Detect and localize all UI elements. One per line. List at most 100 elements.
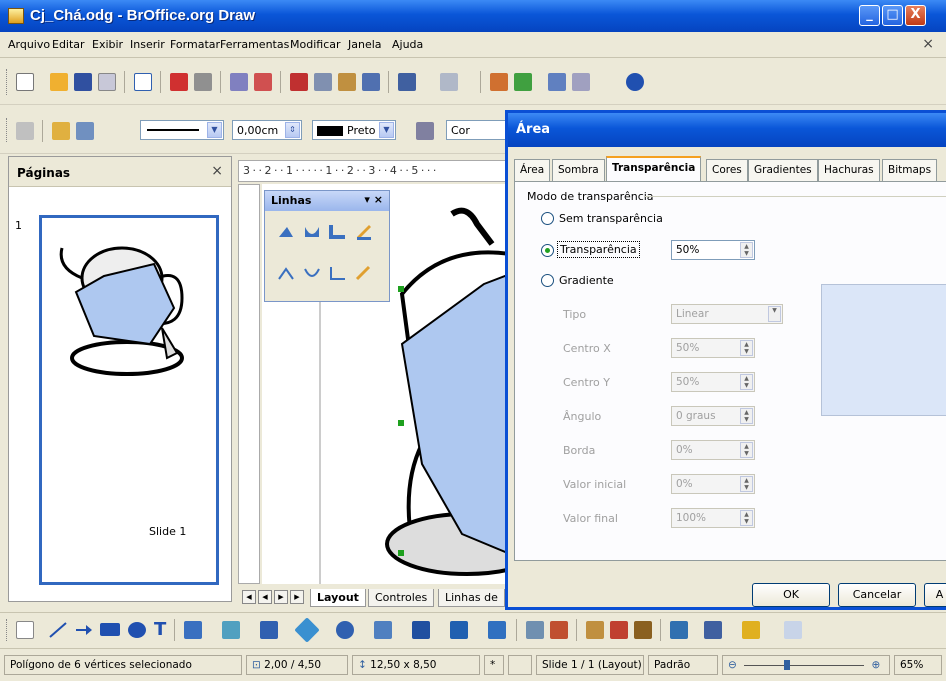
connector-icon[interactable]	[327, 221, 349, 243]
tab-area[interactable]: Área	[514, 159, 551, 181]
tab-cores[interactable]: Cores	[706, 159, 748, 181]
spin-icon[interactable]: ▲ ▼	[740, 242, 753, 258]
cancel-button[interactable]: Cancelar	[838, 583, 916, 607]
next-tab-icon[interactable]: ▶	[274, 590, 288, 604]
menu-formatar[interactable]: Formatar	[170, 38, 220, 51]
curve-icon[interactable]	[301, 221, 323, 243]
autospell-icon[interactable]	[254, 73, 272, 91]
zoom-icon[interactable]	[572, 73, 590, 91]
line-width-field[interactable]: 0,00cm ⇕	[232, 120, 302, 140]
lines-arrows-icon[interactable]	[260, 621, 278, 639]
toolbar-grip[interactable]	[6, 69, 9, 95]
curves-icon[interactable]	[184, 621, 202, 639]
cut-icon[interactable]	[290, 73, 308, 91]
first-tab-icon[interactable]: ◀	[242, 590, 256, 604]
chart-icon[interactable]	[490, 73, 508, 91]
radio-no-transparency[interactable]	[541, 212, 554, 225]
connector-outline-icon[interactable]	[327, 263, 349, 285]
text-tool-icon[interactable]: T	[154, 619, 166, 640]
effects-icon[interactable]	[670, 621, 688, 639]
flowchart-icon[interactable]	[412, 621, 430, 639]
points-icon[interactable]	[526, 621, 544, 639]
print-icon[interactable]	[194, 73, 212, 91]
navigator-icon[interactable]	[514, 73, 532, 91]
draw-functions-icon[interactable]	[548, 73, 566, 91]
zoom-in-icon[interactable]: ⊕	[872, 659, 881, 671]
callouts-icon[interactable]	[450, 621, 468, 639]
prev-tab-icon[interactable]: ◀	[258, 590, 272, 604]
glue-points-icon[interactable]	[550, 621, 568, 639]
pdf-icon[interactable]	[170, 73, 188, 91]
open-icon[interactable]	[50, 73, 68, 91]
spin-icon[interactable]: ⇕	[285, 122, 300, 138]
curve-outline-icon[interactable]	[301, 263, 323, 285]
selection-mode[interactable]	[508, 655, 532, 675]
extrusion-icon[interactable]	[784, 621, 802, 639]
basic-shapes-icon[interactable]	[294, 617, 320, 643]
zoom-level[interactable]: 65%	[894, 655, 942, 675]
tab-sombra[interactable]: Sombra	[552, 159, 605, 181]
tab-layout[interactable]: Layout	[310, 589, 366, 607]
zoom-out-icon[interactable]: ⊖	[728, 659, 737, 671]
tab-bitmaps[interactable]: Bitmaps	[882, 159, 938, 181]
select-icon[interactable]	[16, 621, 34, 639]
stars-icon[interactable]	[488, 621, 506, 639]
mail-icon[interactable]	[98, 73, 116, 91]
connectors-icon[interactable]	[222, 621, 240, 639]
help-button[interactable]: A	[924, 583, 946, 607]
pages-close-icon[interactable]: ×	[211, 163, 223, 179]
freeform-outline-icon[interactable]	[353, 263, 375, 285]
save-icon[interactable]	[74, 73, 92, 91]
area-style-select[interactable]: Cor	[446, 120, 506, 140]
block-arrows-icon[interactable]	[374, 621, 392, 639]
rectangle-tool-icon[interactable]	[100, 623, 120, 636]
angle-line-icon[interactable]	[275, 263, 297, 285]
freeform-icon[interactable]	[353, 221, 375, 243]
vertical-ruler[interactable]	[238, 184, 260, 584]
menu-exibir[interactable]: Exibir	[92, 38, 123, 51]
menu-ajuda[interactable]: Ajuda	[392, 38, 423, 51]
area-fill-icon[interactable]	[416, 122, 434, 140]
ok-button[interactable]: OK	[752, 583, 830, 607]
paste-icon[interactable]	[338, 73, 356, 91]
app-icon[interactable]	[8, 8, 24, 24]
edit-icon[interactable]	[134, 73, 152, 91]
minimize-button[interactable]: _	[859, 5, 880, 26]
dialog-title[interactable]: Área	[508, 113, 946, 147]
tab-hachuras[interactable]: Hachuras	[818, 159, 880, 181]
radio-gradient[interactable]	[541, 274, 554, 287]
arrange-icon[interactable]	[742, 621, 760, 639]
toolbar-grip[interactable]	[6, 619, 9, 641]
menu-inserir[interactable]: Inserir	[130, 38, 165, 51]
lines-toolbar-titlebar[interactable]: Linhas ▾ ×	[265, 191, 389, 211]
style-icon[interactable]	[16, 122, 34, 140]
help-icon[interactable]	[626, 73, 644, 91]
tab-linhas-de[interactable]: Linhas de	[438, 589, 505, 607]
chevron-down-icon[interactable]: ▼	[379, 122, 394, 138]
copy-icon[interactable]	[314, 73, 332, 91]
toolbar-grip[interactable]	[6, 118, 9, 142]
undo-icon[interactable]	[398, 73, 416, 91]
zoom-slider[interactable]: ⊖ ⊕	[722, 655, 890, 675]
modified-indicator[interactable]: *	[484, 655, 504, 675]
transparency-label[interactable]: Transparência	[557, 241, 640, 258]
zoom-thumb[interactable]	[784, 659, 791, 670]
horizontal-ruler[interactable]: 3 · · 2 · · 1 · · · · · 1 · · 2 · · 3 · …	[238, 160, 510, 182]
tab-transparencia[interactable]: Transparência	[606, 156, 702, 182]
tab-gradientes[interactable]: Gradientes	[748, 159, 818, 181]
redo-icon[interactable]	[440, 73, 458, 91]
document-close-icon[interactable]: ×	[922, 36, 934, 52]
from-file-icon[interactable]	[610, 621, 628, 639]
transparency-value-field[interactable]: 50% ▲ ▼	[671, 240, 755, 260]
menu-modificar[interactable]: Modificar	[290, 38, 341, 51]
gradient-label[interactable]: Gradiente	[559, 274, 614, 287]
symbol-shapes-icon[interactable]	[336, 621, 354, 639]
menu-arquivo[interactable]: Arquivo	[8, 38, 50, 51]
slide-thumbnail[interactable]	[39, 215, 219, 585]
alignment-icon[interactable]	[704, 621, 722, 639]
arrow-tool-icon[interactable]	[74, 621, 94, 639]
fontwork-icon[interactable]	[586, 621, 604, 639]
line-style-select[interactable]: ▼	[140, 120, 224, 140]
ellipse-tool-icon[interactable]	[128, 622, 146, 638]
line-tool-icon[interactable]	[48, 621, 68, 639]
